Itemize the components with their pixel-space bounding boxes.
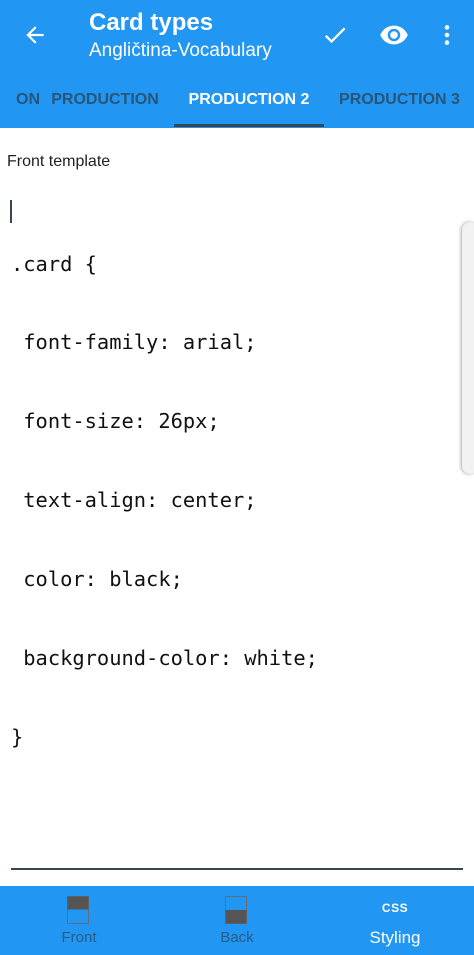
editor-underline <box>11 868 463 870</box>
preview-button[interactable] <box>373 14 415 56</box>
tab-previous[interactable]: ON <box>0 72 40 128</box>
nav-back-label: Back <box>220 929 254 946</box>
code-line: text-align: center; <box>11 488 257 513</box>
code-line: .card { <box>11 251 97 276</box>
tab-production[interactable]: PRODUCTION <box>42 72 168 128</box>
bottom-navigation: Front Back CSS Styling <box>0 886 474 955</box>
front-template-icon <box>67 896 89 924</box>
nav-back[interactable]: Back <box>158 886 316 955</box>
active-tab-indicator <box>174 124 324 127</box>
code-line: background-color: white; <box>11 646 318 671</box>
nav-styling-label: Styling <box>369 928 421 947</box>
top-app-bar: Card types Angličtina-Vocabulary <box>0 0 474 72</box>
nav-front[interactable]: Front <box>0 886 158 955</box>
check-icon <box>324 27 346 44</box>
card-type-tabs: ON PRODUCTION PRODUCTION 2 PRODUCTION 3 <box>0 72 474 128</box>
more-vertical-icon <box>444 25 450 45</box>
template-editor[interactable]: .card { font-family: arial; font-size: 2… <box>11 198 456 803</box>
template-section-label: Front template <box>7 153 111 170</box>
code-line: font-size: 26px; <box>11 409 220 434</box>
arrow-left-icon <box>26 26 44 44</box>
editor-scrollbar[interactable] <box>462 222 474 474</box>
css-icon: CSS <box>381 901 409 915</box>
card-types-screen: Card types Angličtina-Vocabulary ON PROD… <box>0 0 474 955</box>
code-line: color: black; <box>11 567 183 592</box>
title-group: Card types Angličtina-Vocabulary <box>89 8 272 64</box>
nav-styling[interactable]: CSS Styling <box>316 886 474 955</box>
confirm-button[interactable] <box>314 14 356 56</box>
page-title: Card types <box>89 9 214 36</box>
nav-front-label: Front <box>61 929 97 946</box>
tab-production-2[interactable]: PRODUCTION 2 <box>174 72 324 128</box>
deck-subtitle: Angličtina-Vocabulary <box>89 40 272 61</box>
back-button[interactable] <box>14 14 56 56</box>
code-line: font-family: arial; <box>11 330 257 355</box>
eye-icon <box>380 25 408 45</box>
code-line: } <box>11 724 24 749</box>
back-template-icon <box>225 896 247 924</box>
tab-production-3[interactable]: PRODUCTION 3 <box>332 72 467 128</box>
text-cursor <box>10 200 12 223</box>
more-options-button[interactable] <box>426 14 468 56</box>
